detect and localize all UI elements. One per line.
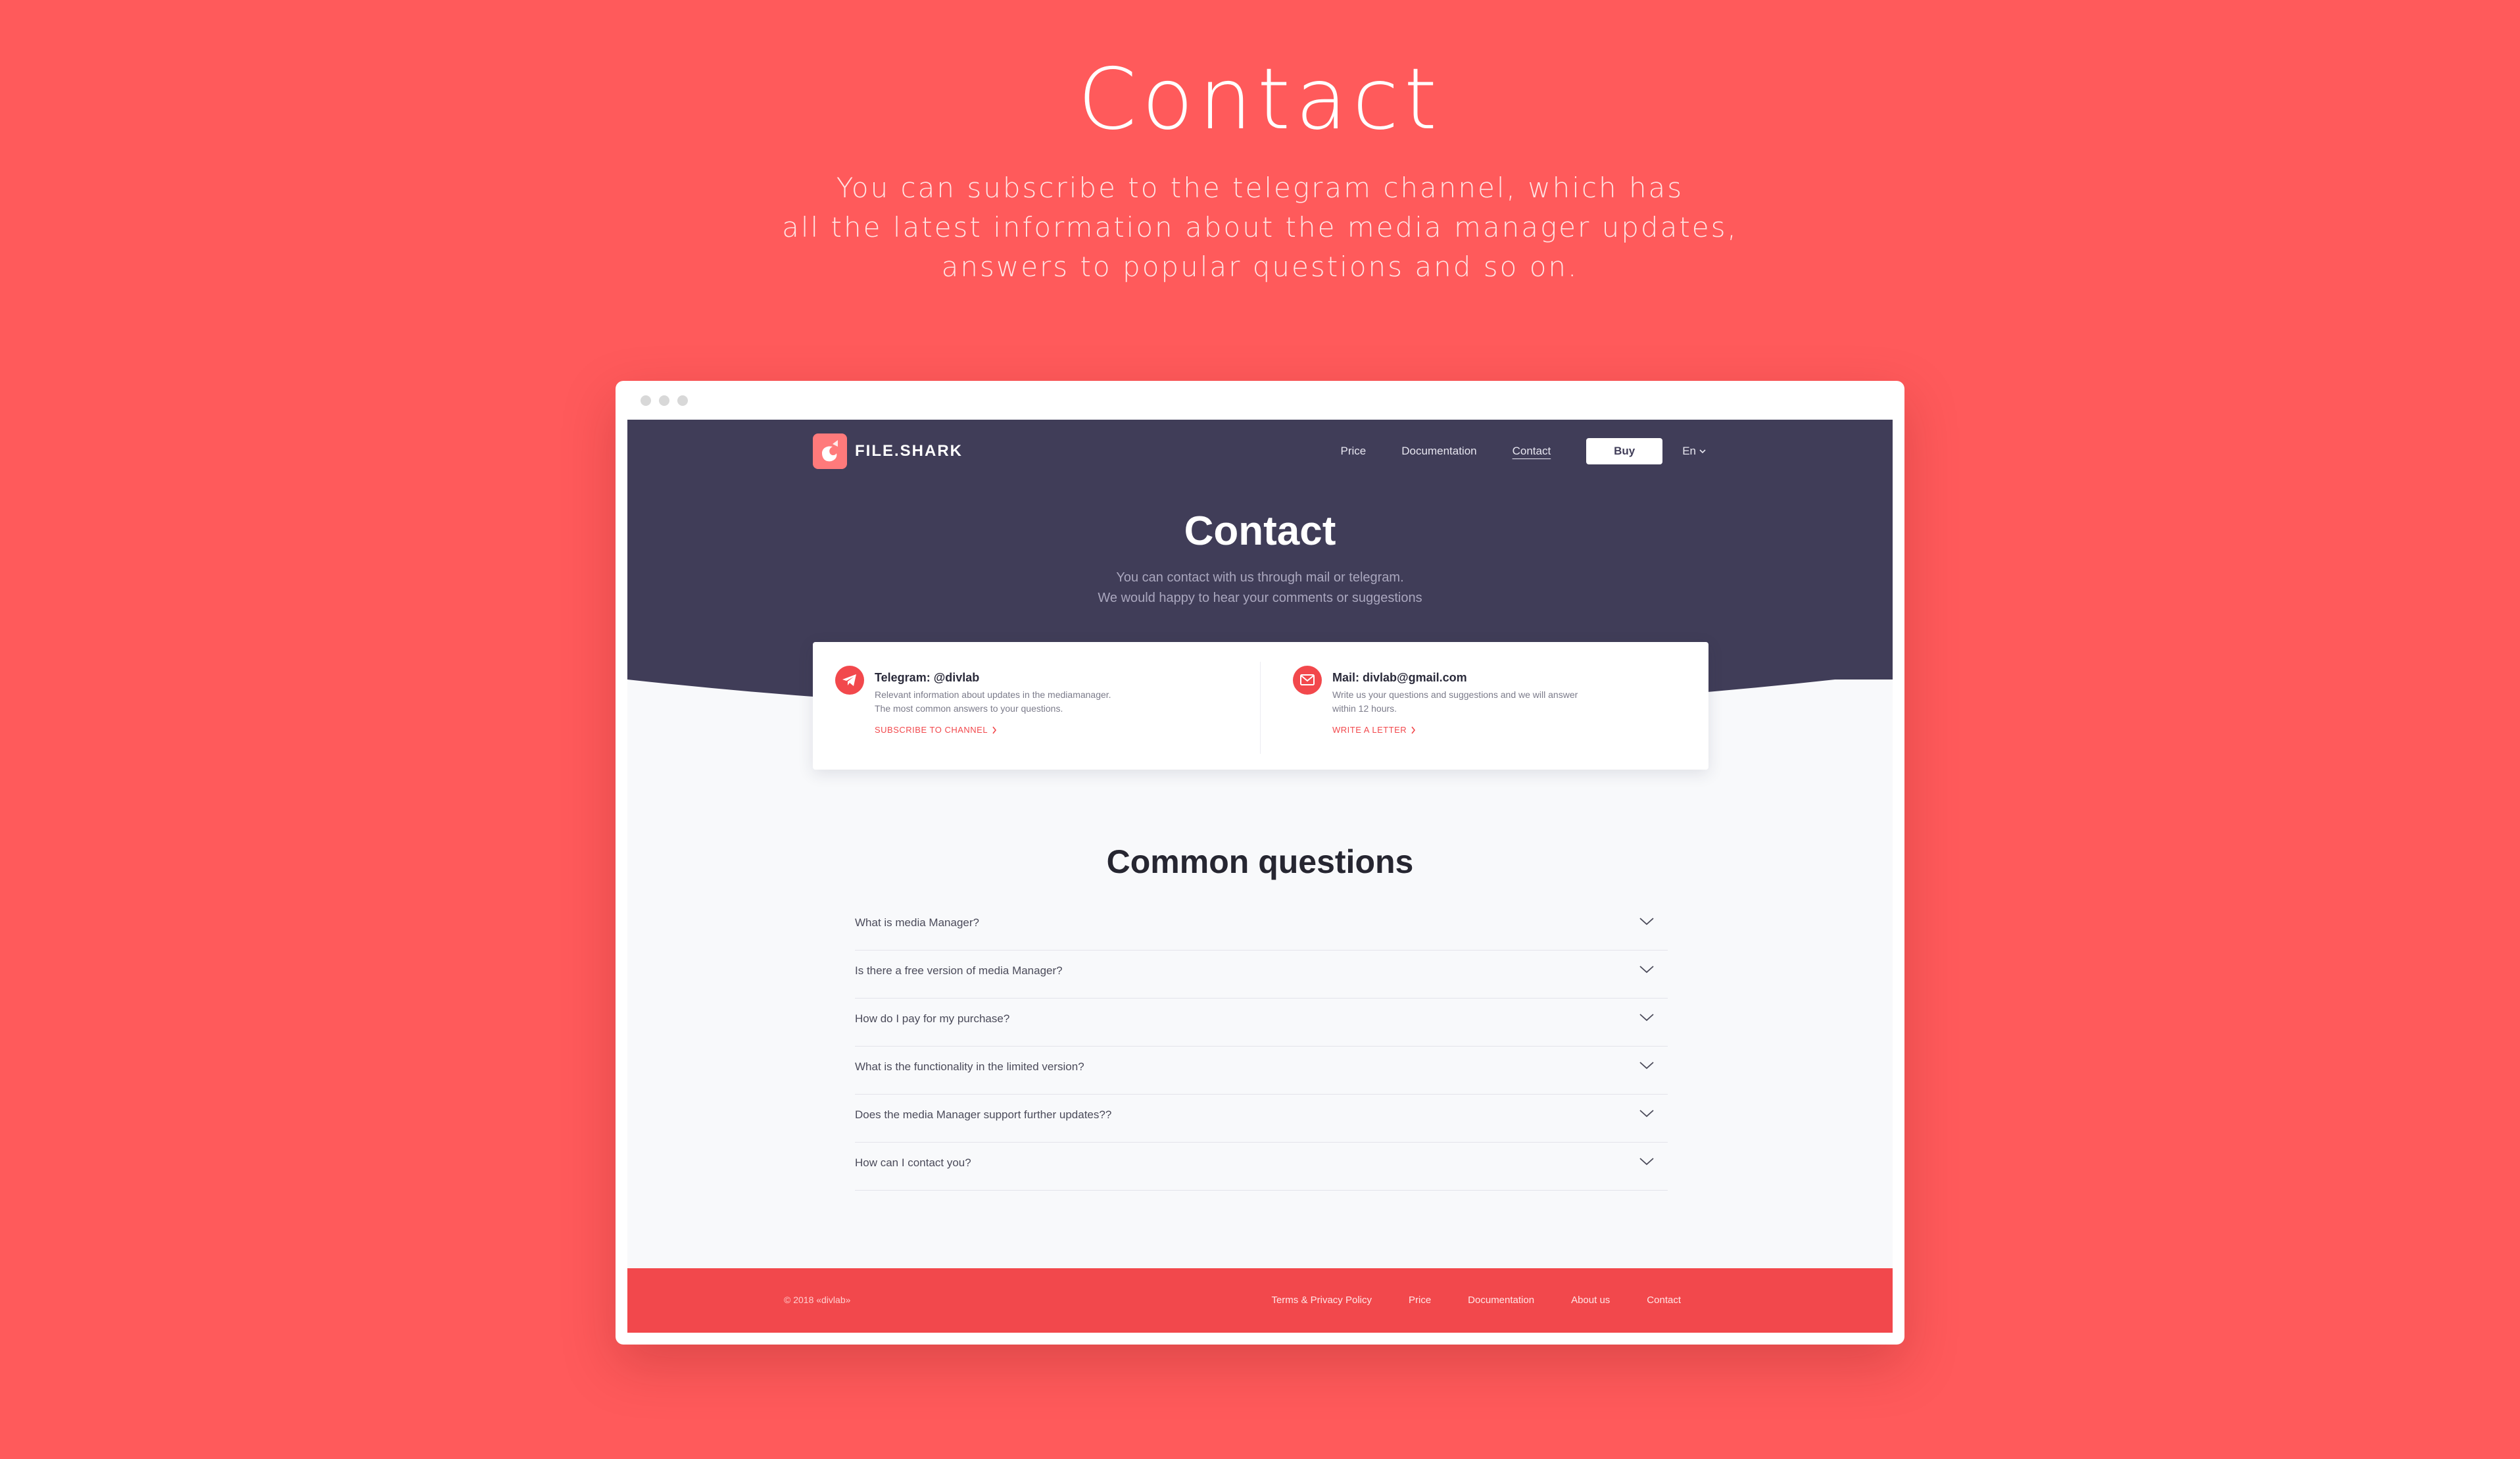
mail-icon [1293, 666, 1322, 695]
window-dot-close[interactable] [641, 395, 651, 406]
card-divider [1260, 662, 1261, 754]
faq-item[interactable]: What is media Manager? [855, 903, 1668, 951]
window-dot-minimize[interactable] [659, 395, 669, 406]
nav-link-documentation[interactable]: Documentation [1401, 445, 1476, 458]
footer-link-terms[interactable]: Terms & Privacy Policy [1271, 1295, 1372, 1306]
promo-description: You can subscribe to the telegram channe… [723, 168, 1797, 287]
faq-question: What is the functionality in the limited… [855, 1060, 1084, 1073]
promo-line: all the latest information about the med… [782, 211, 1738, 243]
promo-line: answers to popular questions and so on. [941, 251, 1579, 283]
promo-line: You can subscribe to the telegram channe… [836, 172, 1684, 204]
subtitle-line: We would happy to hear your comments or … [1098, 591, 1422, 605]
mail-desc-line: within 12 hours. [1332, 703, 1397, 714]
copyright-text: © 2018 «divlab» [784, 1295, 851, 1305]
telegram-description: Relevant information about updates in th… [875, 688, 1243, 716]
window-dot-maximize[interactable] [677, 395, 688, 406]
nav-links: Price Documentation Contact Buy En [1341, 433, 1706, 470]
window-controls [641, 395, 688, 406]
language-label: En [1682, 445, 1696, 457]
page-title: Contact [1184, 508, 1336, 554]
footer-link-contact[interactable]: Contact [1647, 1295, 1681, 1306]
write-letter-link[interactable]: WRITE A LETTER [1332, 725, 1701, 735]
chevron-down-icon [1639, 1158, 1654, 1166]
chevron-down-icon [1639, 1014, 1654, 1022]
chevron-down-icon [1639, 1062, 1654, 1070]
subscribe-channel-link[interactable]: SUBSCRIBE TO CHANNEL [875, 725, 1243, 735]
shark-logo-icon [813, 433, 847, 469]
footer-links: Terms & Privacy Policy Price Documentati… [1234, 1295, 1681, 1306]
faq-question: How do I pay for my purchase? [855, 1012, 1010, 1025]
footer-link-price[interactable]: Price [1409, 1295, 1431, 1306]
telegram-title: Telegram: @divlab [875, 671, 980, 684]
top-navigation: FILE.SHARK Price Documentation Contact B… [627, 433, 1893, 470]
write-letter-label: WRITE A LETTER [1332, 725, 1407, 735]
chevron-down-icon [1639, 918, 1654, 926]
telegram-desc-line: Relevant information about updates in th… [875, 689, 1111, 700]
faq-item[interactable]: Does the media Manager support further u… [855, 1095, 1668, 1143]
subscribe-link-label: SUBSCRIBE TO CHANNEL [875, 725, 988, 735]
faq-question: Is there a free version of media Manager… [855, 964, 1063, 977]
page-subtitle: You can contact with us through mail or … [627, 568, 1893, 608]
nav-link-contact[interactable]: Contact [1513, 445, 1551, 458]
footer-link-about[interactable]: About us [1571, 1295, 1610, 1306]
faq-item[interactable]: What is the functionality in the limited… [855, 1047, 1668, 1095]
page-viewport: FILE.SHARK Price Documentation Contact B… [627, 420, 1893, 1333]
chevron-down-icon [1639, 966, 1654, 974]
faq-list: What is media Manager? Is there a free v… [855, 903, 1668, 1191]
chevron-down-icon [1699, 449, 1706, 454]
brand-name: FILE.SHARK [855, 442, 963, 460]
mail-description: Write us your questions and suggestions … [1332, 688, 1701, 716]
telegram-desc-line: The most common answers to your question… [875, 703, 1063, 714]
contact-card: Telegram: @divlab Relevant information a… [813, 642, 1708, 770]
mail-desc-line: Write us your questions and suggestions … [1332, 689, 1578, 700]
chevron-right-icon [1411, 726, 1416, 733]
language-selector[interactable]: En [1682, 445, 1706, 458]
promo-title: Contact [1078, 51, 1442, 149]
faq-question: Does the media Manager support further u… [855, 1108, 1112, 1121]
mail-title: Mail: divlab@gmail.com [1332, 671, 1467, 684]
faq-item[interactable]: Is there a free version of media Manager… [855, 951, 1668, 999]
faq-item[interactable]: How can I contact you? [855, 1143, 1668, 1191]
subtitle-line: You can contact with us through mail or … [1116, 570, 1404, 585]
faq-question: What is media Manager? [855, 916, 979, 929]
browser-window: FILE.SHARK Price Documentation Contact B… [616, 381, 1904, 1345]
telegram-body: Telegram: @divlab Relevant information a… [875, 670, 1243, 735]
telegram-icon [835, 666, 864, 695]
footer-link-documentation[interactable]: Documentation [1468, 1295, 1534, 1306]
chevron-right-icon [992, 726, 997, 733]
nav-link-price[interactable]: Price [1341, 445, 1367, 458]
brand-logo[interactable]: FILE.SHARK [813, 433, 963, 470]
faq-title: Common questions [1106, 843, 1414, 880]
faq-item[interactable]: How do I pay for my purchase? [855, 999, 1668, 1047]
mail-body: Mail: divlab@gmail.com Write us your que… [1332, 670, 1701, 735]
footer: © 2018 «divlab» Terms & Privacy Policy P… [627, 1268, 1893, 1333]
buy-button[interactable]: Buy [1586, 438, 1663, 464]
chevron-down-icon [1639, 1110, 1654, 1118]
faq-question: How can I contact you? [855, 1156, 971, 1169]
